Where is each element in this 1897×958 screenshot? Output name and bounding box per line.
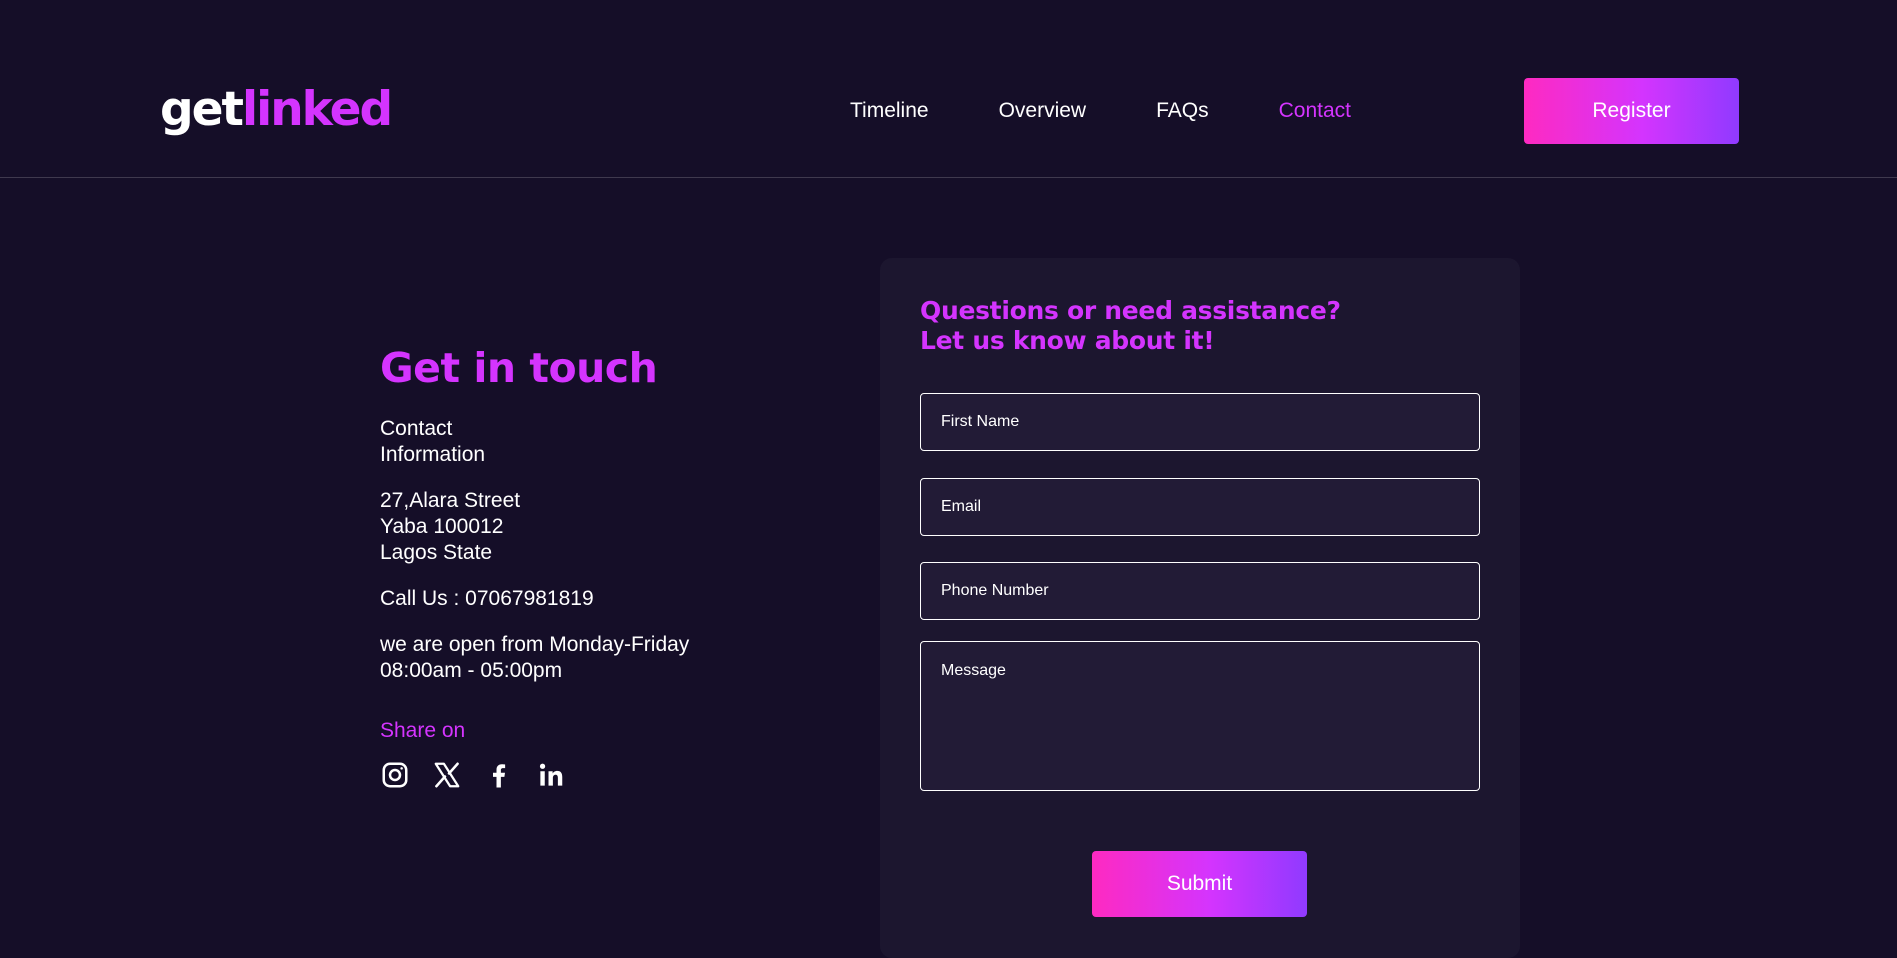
opening-hours: we are open from Monday-Friday 08:00am -… bbox=[380, 632, 800, 684]
phone: Call Us : 07067981819 bbox=[380, 586, 800, 612]
email-field[interactable] bbox=[920, 478, 1480, 536]
instagram-icon[interactable] bbox=[380, 760, 410, 790]
form-heading: Questions or need assistance? Let us kno… bbox=[920, 296, 1341, 356]
address-line: Yaba 100012 bbox=[380, 515, 504, 538]
logo[interactable]: getlinked bbox=[160, 80, 393, 140]
nav-item-contact[interactable]: Contact bbox=[1279, 96, 1351, 126]
social-links bbox=[380, 760, 800, 790]
contact-info: Get in touch Contact Information 27,Alar… bbox=[380, 340, 800, 790]
contact-info-heading-line: Contact bbox=[380, 417, 453, 440]
site-header: getlinked Timeline Overview FAQs Contact… bbox=[0, 0, 1897, 178]
nav-item-overview[interactable]: Overview bbox=[999, 96, 1087, 126]
logo-text-linked: linked bbox=[242, 82, 393, 137]
register-button[interactable]: Register bbox=[1524, 78, 1739, 144]
hours-line: 08:00am - 05:00pm bbox=[380, 659, 563, 682]
facebook-icon[interactable] bbox=[484, 760, 514, 790]
contact-info-heading: Contact Information bbox=[380, 416, 800, 468]
address: 27,Alara Street Yaba 100012 Lagos State bbox=[380, 488, 800, 566]
form-heading-line: Let us know about it! bbox=[920, 326, 1215, 355]
first-name-field[interactable] bbox=[920, 393, 1480, 451]
nav-item-timeline[interactable]: Timeline bbox=[850, 96, 929, 126]
x-icon[interactable] bbox=[432, 760, 462, 790]
submit-button[interactable]: Submit bbox=[1092, 851, 1307, 917]
contact-info-heading-line: Information bbox=[380, 443, 486, 466]
address-line: Lagos State bbox=[380, 541, 493, 564]
phone-text: Call Us : 07067981819 bbox=[380, 587, 594, 610]
contact-form-card: Questions or need assistance? Let us kno… bbox=[880, 258, 1520, 958]
logo-text-get: get bbox=[160, 82, 244, 137]
share-label: Share on bbox=[380, 719, 466, 742]
hours-line: we are open from Monday-Friday bbox=[380, 633, 690, 656]
main-nav: Timeline Overview FAQs Contact bbox=[850, 96, 1351, 126]
page-title: Get in touch bbox=[380, 344, 658, 392]
address-line: 27,Alara Street bbox=[380, 489, 521, 512]
linkedin-icon[interactable] bbox=[536, 760, 566, 790]
phone-number-field[interactable] bbox=[920, 562, 1480, 620]
form-heading-line: Questions or need assistance? bbox=[920, 296, 1341, 325]
nav-item-faqs[interactable]: FAQs bbox=[1156, 96, 1209, 126]
message-field[interactable] bbox=[920, 641, 1480, 791]
